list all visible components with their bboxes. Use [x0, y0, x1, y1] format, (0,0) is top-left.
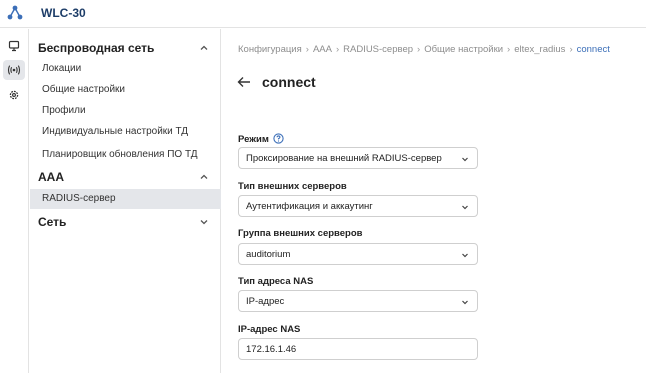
mode-label: Режим: [238, 133, 284, 145]
top-bar: WLC-30: [0, 0, 646, 28]
breadcrumb-separator: ›: [417, 44, 421, 55]
nav-item-label: Локации: [42, 63, 82, 74]
breadcrumb-item[interactable]: eltex_radius: [514, 44, 565, 55]
back-arrow-icon[interactable]: [237, 76, 251, 88]
nav-item-radius-server[interactable]: RADIUS-сервер: [30, 189, 221, 209]
nav-item-profiles[interactable]: Профили: [30, 101, 221, 121]
breadcrumb-separator: ›: [335, 44, 340, 55]
chevron-down-icon: [200, 220, 208, 225]
logo-icon[interactable]: [6, 4, 24, 22]
chevron-up-icon: [200, 45, 208, 50]
chevron-down-icon: [462, 253, 468, 258]
server-group-select[interactable]: auditorium: [238, 243, 478, 265]
nav-group-label: Беспроводная сеть: [38, 41, 155, 55]
mode-label-text: Режим: [238, 134, 269, 145]
breadcrumb: Конфигурация › AAA › RADIUS-сервер › Общие нас…: [238, 44, 610, 55]
nav-group-label: AAA: [38, 170, 64, 184]
chevron-down-icon: [462, 157, 468, 162]
monitor-button[interactable]: [3, 36, 25, 56]
nas-address-type-select-value: IP-адрес: [246, 296, 285, 307]
nas-address-type-label: Тип адреса NAS: [238, 276, 314, 287]
nav-item-label: RADIUS-сервер: [42, 193, 116, 204]
server-type-select[interactable]: Аутентификация и аккаутинг: [238, 195, 478, 217]
mode-select-value: Проксирование на внешний RADIUS-сервер: [246, 153, 442, 164]
server-type-label: Тип внешних серверов: [238, 181, 347, 192]
breadcrumb-separator: ›: [507, 44, 511, 55]
nas-ip-label: IP-адрес NAS: [238, 324, 301, 335]
breadcrumb-item[interactable]: Конфигурация: [238, 44, 302, 55]
nav-group-label: Сеть: [38, 215, 67, 229]
monitor-icon: [8, 40, 20, 52]
server-group-label: Группа внешних серверов: [238, 228, 363, 239]
nav-item-locations[interactable]: Локации: [30, 59, 221, 79]
nav-group-network[interactable]: Сеть: [30, 212, 221, 232]
breadcrumb-separator: ›: [305, 44, 309, 55]
nav-item-label: Индивидуальные настройки ТД: [42, 126, 189, 137]
nav-item-label: Планировщик обновления ПО ТД: [42, 149, 198, 160]
breadcrumb-item[interactable]: Общие настройки: [424, 44, 503, 55]
server-group-select-value: auditorium: [246, 249, 291, 260]
nav-group-wireless[interactable]: Беспроводная сеть: [30, 38, 221, 58]
breadcrumb-item[interactable]: AAA: [313, 44, 332, 55]
nas-ip-input[interactable]: 172.16.1.46: [238, 338, 478, 360]
chevron-down-icon: [462, 300, 468, 305]
nas-ip-input-value: 172.16.1.46: [246, 344, 297, 355]
chevron-up-icon: [200, 174, 208, 179]
wireless-button[interactable]: [3, 60, 25, 80]
breadcrumb-item[interactable]: RADIUS-сервер: [343, 44, 413, 55]
nav-item-label: Профили: [42, 105, 86, 116]
settings-button[interactable]: [3, 85, 25, 105]
nav-item-label: Общие настройки: [42, 84, 125, 95]
breadcrumb-separator: ›: [569, 44, 573, 55]
server-type-select-value: Аутентификация и аккаутинг: [246, 201, 373, 212]
chevron-down-icon: [462, 205, 468, 210]
nav-item-general-settings[interactable]: Общие настройки: [30, 80, 221, 100]
mode-select[interactable]: Проксирование на внешний RADIUS-сервер: [238, 147, 478, 169]
nas-address-type-select[interactable]: IP-адрес: [238, 290, 478, 312]
breadcrumb-current: connect: [576, 44, 610, 55]
gear-icon: [9, 90, 19, 100]
nav-item-ap-individual-settings[interactable]: Индивидуальные настройки ТД: [30, 122, 221, 142]
page-title: connect: [262, 74, 316, 90]
wireless-icon: [7, 65, 21, 75]
icon-rail: [0, 29, 29, 373]
help-icon[interactable]: [273, 133, 284, 144]
nav-item-ap-firmware-scheduler[interactable]: Планировщик обновления ПО ТД: [30, 145, 221, 165]
nav-panel: Беспроводная сеть Локации Общие настройк…: [30, 29, 221, 373]
app-title: WLC-30: [41, 6, 86, 20]
nav-group-aaa[interactable]: AAA: [30, 167, 221, 187]
